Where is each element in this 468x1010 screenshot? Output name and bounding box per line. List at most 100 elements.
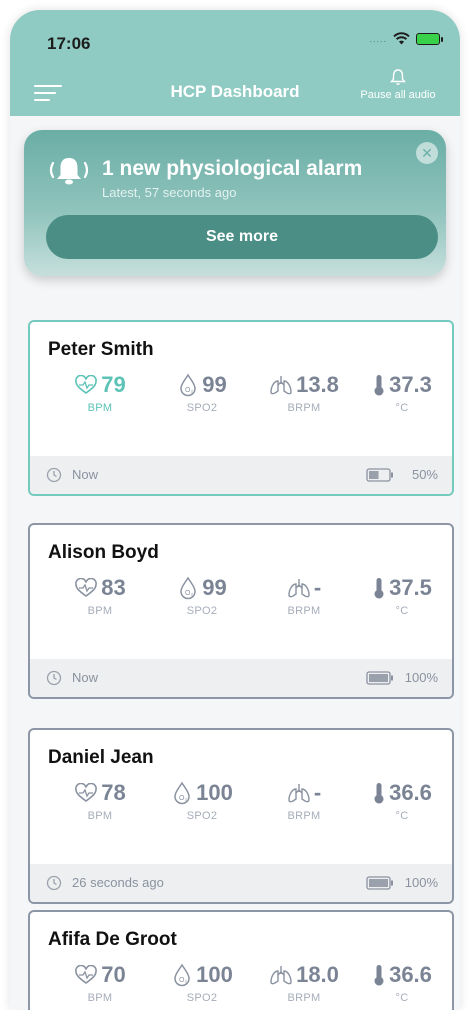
battery-charging-icon (416, 32, 443, 45)
spo2-drop-icon: O₂ (174, 963, 190, 987)
temperature-unit: °C (395, 605, 409, 617)
temperature: 37.5 °C (352, 573, 452, 617)
heart-rate-value: 78 (101, 780, 126, 805)
breathing-rate-unit: BRPM (287, 992, 321, 1004)
heart-rate-value: 70 (101, 962, 126, 987)
spo2: O₂ 99 SPO2 (152, 370, 252, 414)
pause-audio-label: Pause all audio (360, 89, 436, 101)
temperature-value: 36.6 (389, 780, 432, 805)
close-icon[interactable]: ✕ (416, 142, 438, 164)
spo2-unit: SPO2 (186, 992, 218, 1004)
breathing-rate: 18.0 BRPM (254, 960, 354, 1004)
alarm-bell-icon (49, 158, 89, 185)
spo2-value: 99 (202, 575, 227, 600)
svg-text:O₂: O₂ (179, 795, 187, 802)
card-footer: Now 50% (30, 456, 452, 494)
spo2-value: 100 (196, 780, 233, 805)
breathing-rate: 13.8 BRPM (254, 370, 354, 414)
heart-icon (75, 578, 98, 597)
breathing-rate: - BRPM (254, 778, 354, 822)
spo2-unit: SPO2 (186, 810, 218, 822)
vitals-row: 78 BPM O₂ 100 SPO2 - BRPM 36.6 °C (30, 778, 452, 838)
heart-rate: 78 BPM (50, 778, 150, 822)
temperature-value: 36.6 (389, 962, 432, 987)
status-time: 17:06 (47, 34, 91, 53)
spo2-drop-icon: O₂ (180, 576, 197, 600)
svg-text:O₂: O₂ (185, 387, 193, 394)
spo2-value: 99 (202, 372, 227, 397)
spo2: O₂ 99 SPO2 (152, 573, 252, 617)
spo2: O₂ 100 SPO2 (152, 960, 252, 1004)
patient-card[interactable]: Afifa De Groot 70 BPM O₂ 100 SPO2 18.0 B… (28, 910, 454, 1010)
spo2-drop-icon: O₂ (174, 781, 190, 805)
spo2-unit: SPO2 (186, 605, 218, 617)
status-icons: ..... (369, 32, 443, 45)
temperature: 36.6 °C (352, 778, 452, 822)
battery-percent: 100% (404, 670, 438, 685)
thermometer-icon (374, 578, 384, 599)
card-footer: Now 100% (30, 659, 452, 697)
thermometer-icon (374, 965, 384, 986)
lungs-icon (270, 966, 292, 985)
heart-rate: 79 BPM (50, 370, 150, 414)
clock-icon (46, 670, 62, 686)
signal-icon: ..... (369, 33, 387, 44)
patient-card[interactable]: Peter Smith 79 BPM O₂ 99 SPO2 13.8 BRPM … (28, 320, 454, 496)
alarm-banner: ✕ 1 new physiological alarm Latest, 57 s… (24, 130, 446, 276)
heart-rate: 70 BPM (50, 960, 150, 1004)
see-more-button[interactable]: See more (46, 215, 438, 259)
patient-name: Afifa De Groot (48, 929, 177, 950)
spo2-unit: SPO2 (186, 402, 218, 414)
heart-icon (75, 965, 98, 984)
patient-name: Daniel Jean (48, 747, 154, 768)
spo2: O₂ 100 SPO2 (152, 778, 252, 822)
heart-rate-unit: BPM (87, 605, 113, 617)
patient-name: Peter Smith (48, 339, 154, 360)
patient-name: Alison Boyd (48, 542, 159, 563)
temperature-unit: °C (395, 810, 409, 822)
thermometer-icon (374, 375, 384, 396)
battery-percent: 100% (404, 875, 438, 890)
breathing-rate-value: - (313, 780, 322, 805)
card-footer: 26 seconds ago 100% (30, 864, 452, 902)
breathing-rate-value: - (313, 575, 322, 600)
temperature-value: 37.5 (389, 575, 432, 600)
patient-card[interactable]: Alison Boyd 83 BPM O₂ 99 SPO2 - BRPM 37.… (28, 523, 454, 699)
pause-audio-button[interactable]: Pause all audio (348, 68, 448, 101)
last-update-time: 26 seconds ago (72, 875, 164, 890)
bell-icon (390, 69, 406, 85)
breathing-rate-value: 13.8 (296, 372, 339, 397)
vitals-row: 83 BPM O₂ 99 SPO2 - BRPM 37.5 °C (30, 573, 452, 633)
lungs-icon (288, 784, 310, 803)
vitals-row: 70 BPM O₂ 100 SPO2 18.0 BRPM 36.6 °C (30, 960, 452, 1010)
vitals-row: 79 BPM O₂ 99 SPO2 13.8 BRPM 37.3 °C (30, 370, 452, 430)
heart-rate: 83 BPM (50, 573, 150, 617)
heart-icon (75, 783, 98, 802)
battery-icon (366, 876, 393, 890)
temperature-value: 37.3 (389, 372, 432, 397)
alarm-subtitle: Latest, 57 seconds ago (102, 185, 237, 200)
clock-icon (46, 875, 62, 891)
battery-icon (366, 671, 393, 685)
wifi-icon (393, 32, 410, 45)
patient-card[interactable]: Daniel Jean 78 BPM O₂ 100 SPO2 - BRPM 36… (28, 728, 454, 904)
heart-rate-value: 79 (101, 372, 126, 397)
app-header: 17:06 ..... HCP Dashboard Pause all audi… (10, 10, 460, 116)
temperature-unit: °C (395, 992, 409, 1004)
clock-icon (46, 467, 62, 483)
breathing-rate-unit: BRPM (287, 605, 321, 617)
temperature: 36.6 °C (352, 960, 452, 1004)
heart-rate-unit: BPM (87, 992, 113, 1004)
lungs-icon (270, 376, 292, 395)
last-update-time: Now (72, 467, 99, 482)
thermometer-icon (374, 783, 384, 804)
last-update-time: Now (72, 670, 99, 685)
heart-rate-unit: BPM (87, 810, 113, 822)
breathing-rate-value: 18.0 (296, 962, 339, 987)
breathing-rate-unit: BRPM (287, 810, 321, 822)
heart-rate-value: 83 (101, 575, 126, 600)
temperature: 37.3 °C (352, 370, 452, 414)
lungs-icon (288, 579, 310, 598)
app-screen: 17:06 ..... HCP Dashboard Pause all audi… (10, 10, 460, 1010)
spo2-drop-icon: O₂ (180, 373, 197, 397)
